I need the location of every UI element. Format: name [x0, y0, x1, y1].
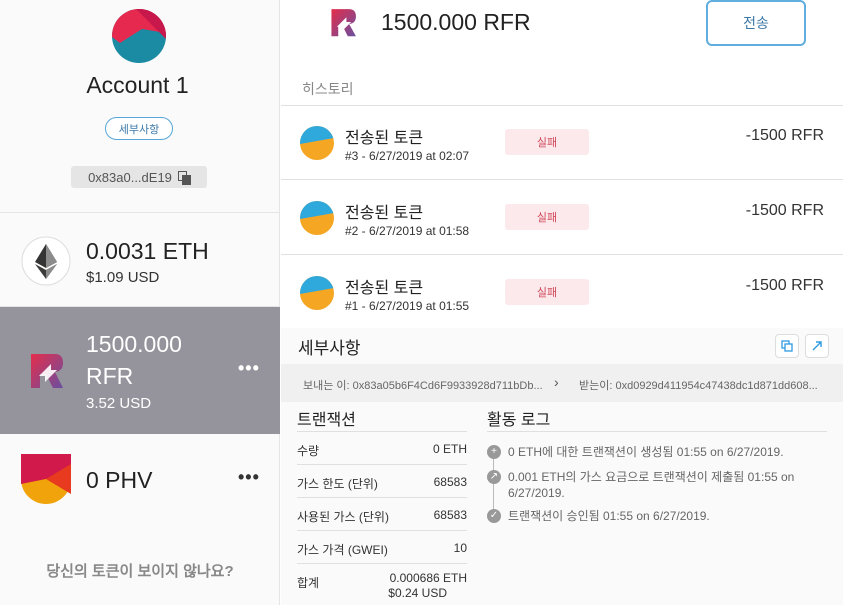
transaction-subtitle: #1 - 6/27/2019 at 01:55	[345, 299, 470, 313]
summary-total-usd: $0.24 USD	[388, 586, 447, 600]
activity-log-divider	[487, 431, 827, 432]
transaction-section-title: 트랜잭션	[297, 412, 356, 429]
status-badge: 실패	[505, 204, 589, 230]
transaction-amount: -1500 RFR	[745, 277, 824, 294]
summary-value: 10	[453, 541, 467, 555]
summary-total-eth: 0.000686 ETH	[389, 571, 467, 585]
activity-text: 0 ETH에 대한 트랜잭션이 생성됨 01:55 on 6/27/2019.	[508, 445, 784, 459]
token-menu-icon[interactable]: •••	[238, 468, 259, 486]
summary-row-gas-limit: 가스 한도 (단위) 68583	[297, 464, 467, 497]
token-send-icon	[300, 126, 334, 160]
missing-tokens-link[interactable]: 당신의 토큰이 보이지 않나요?	[40, 561, 240, 582]
send-button[interactable]: 전송	[706, 0, 806, 46]
from-to-bar: 보내는 이: 0x83a05b6F4Cd6F9933928d711bDb... …	[281, 364, 843, 402]
token-item-eth[interactable]: 0.0031 ETH $1.09 USD	[0, 212, 280, 306]
account-name: Account 1	[86, 72, 189, 98]
balance-amount: 1500.000 RFR	[381, 9, 531, 35]
details-heading: 세부사항	[298, 339, 361, 358]
account-sidebar: Account 1 세부사항 0x83a0...dE19 0.0031 ETH …	[0, 0, 280, 605]
check-icon: ✓	[487, 509, 501, 523]
transaction-details-panel: 세부사항 보내는 이: 0x83a05b6F4Cd6F9933928d711bD…	[281, 328, 843, 605]
transaction-amount: -1500 RFR	[745, 202, 824, 219]
account-address-copy[interactable]: 0x83a0...dE19	[71, 166, 207, 188]
activity-text: 0.001 ETH의 가스 요금으로 트랜잭션이 제출됨 01:55 on 6/…	[508, 470, 795, 500]
account-details-button[interactable]: 세부사항	[105, 117, 173, 140]
summary-key: 가스 가격 (GWEI)	[297, 543, 388, 557]
summary-key: 가스 한도 (단위)	[297, 477, 378, 491]
token-usd: 3.52 USD	[86, 395, 152, 412]
token-send-icon	[300, 276, 334, 310]
account-address: 0x83a0...dE19	[88, 169, 172, 185]
token-item-phv[interactable]: 0 PHV •••	[0, 434, 280, 528]
summary-key: 수량	[297, 444, 320, 458]
phv-token-icon	[21, 454, 71, 504]
summary-value: 0 ETH	[432, 442, 467, 456]
activity-log-title: 활동 로그	[487, 412, 551, 429]
token-amount: 0.0031 ETH	[86, 238, 209, 264]
main-panel: 1500.000 RFR 전송 히스토리 전송된 토큰 #3 - 6/27/20…	[281, 0, 843, 605]
summary-row-gas-price: 가스 가격 (GWEI) 10	[297, 530, 467, 563]
plus-icon: +	[487, 445, 501, 459]
transaction-title: 전송된 토큰	[345, 130, 424, 147]
copy-transaction-button[interactable]	[775, 334, 799, 358]
summary-row-amount: 수량 0 ETH	[297, 431, 467, 464]
summary-value: 68583	[433, 508, 467, 522]
status-badge: 실패	[505, 279, 589, 305]
external-link-icon	[812, 341, 822, 351]
account-avatar[interactable]	[112, 9, 166, 63]
transaction-subtitle: #3 - 6/27/2019 at 02:07	[345, 149, 470, 163]
copy-icon	[781, 340, 793, 352]
refereum-logo-icon	[326, 5, 360, 39]
summary-row-total: 합계 0.000686 ETH $0.24 USD	[297, 563, 467, 605]
activity-text: 트랜잭션이 승인됨 01:55 on 6/27/2019.	[508, 509, 710, 523]
token-menu-icon[interactable]: •••	[238, 359, 259, 377]
token-send-icon	[300, 201, 334, 235]
summary-row-gas-used: 사용된 가스 (단위) 68583	[297, 497, 467, 530]
transaction-title: 전송된 토큰	[345, 280, 424, 297]
token-amount: 1500.000	[86, 331, 182, 357]
transaction-row[interactable]: 전송된 토큰 #1 - 6/27/2019 at 01:55 실패 -1500 …	[281, 256, 843, 330]
open-external-button[interactable]	[805, 334, 829, 358]
recipient-address: 받는이: 0xd0929d411954c47438dc1d871dd608...	[579, 380, 818, 392]
token-item-rfr[interactable]: 1500.000 RFR 3.52 USD •••	[0, 306, 280, 434]
chevron-right-icon: ›	[554, 374, 559, 390]
history-label: 히스토리	[302, 81, 354, 97]
avatar-identicon-icon	[112, 9, 166, 63]
summary-key: 사용된 가스 (단위)	[297, 510, 389, 524]
copy-icon	[177, 171, 191, 185]
status-badge: 실패	[505, 129, 589, 155]
transaction-summary-table: 수량 0 ETH 가스 한도 (단위) 68583 사용된 가스 (단위) 68…	[297, 431, 467, 605]
token-usd: $1.09 USD	[86, 269, 160, 286]
transaction-row[interactable]: 전송된 토큰 #3 - 6/27/2019 at 02:07 실패 -1500 …	[281, 106, 843, 180]
transaction-amount: -1500 RFR	[745, 127, 824, 144]
transaction-title: 전송된 토큰	[345, 205, 424, 222]
sender-address: 보내는 이: 0x83a05b6F4Cd6F9933928d711bDb...	[303, 380, 543, 392]
ethereum-icon	[21, 236, 71, 286]
summary-key: 합계	[297, 576, 320, 590]
token-symbol: RFR	[86, 363, 134, 389]
refereum-icon	[21, 346, 71, 396]
token-amount: 0 PHV	[86, 467, 153, 493]
arrow-up-right-icon: ↗	[487, 470, 501, 484]
transaction-subtitle: #2 - 6/27/2019 at 01:58	[345, 224, 470, 238]
summary-value: 68583	[433, 475, 467, 489]
transaction-row[interactable]: 전송된 토큰 #2 - 6/27/2019 at 01:58 실패 -1500 …	[281, 181, 843, 255]
